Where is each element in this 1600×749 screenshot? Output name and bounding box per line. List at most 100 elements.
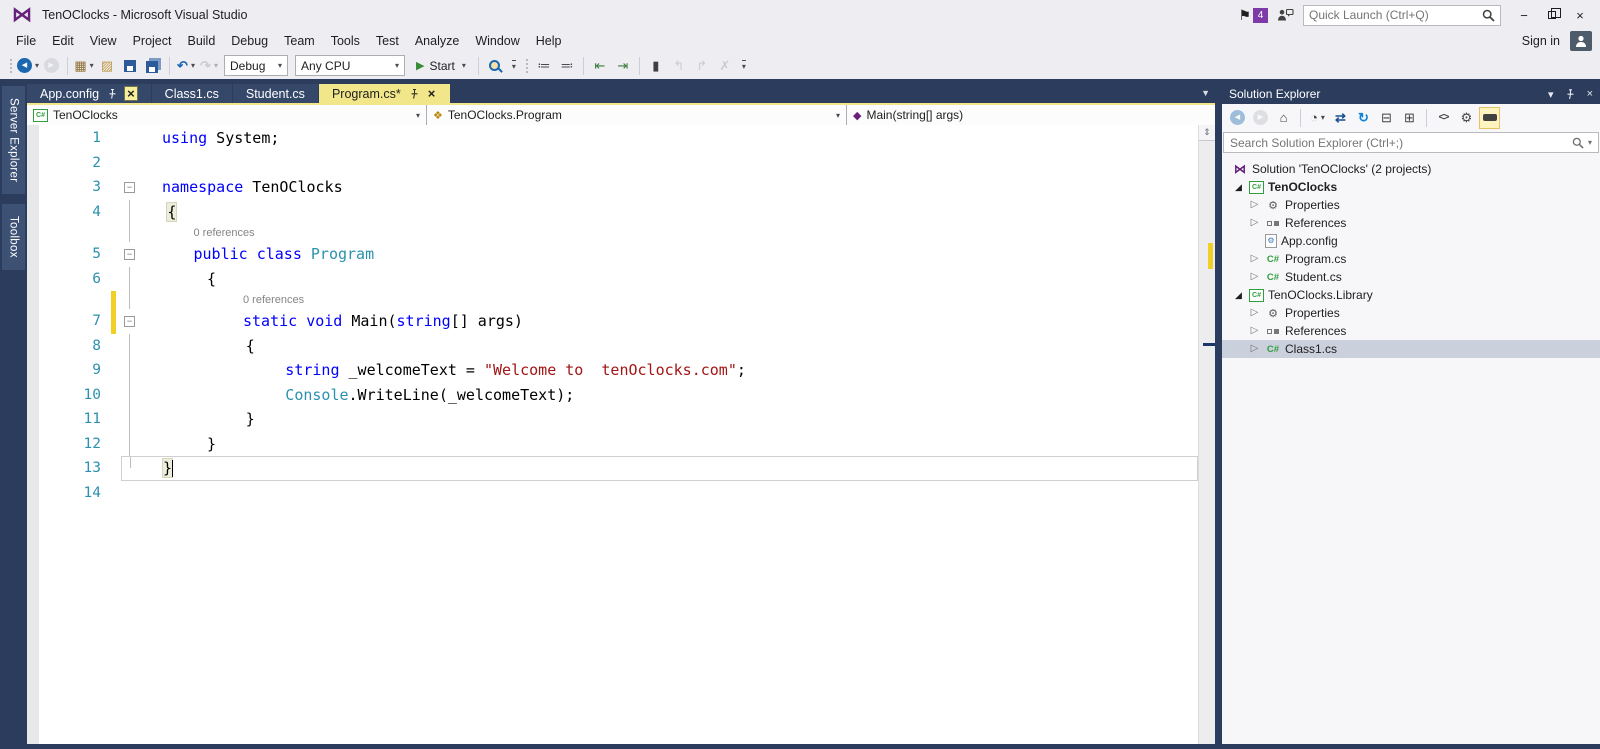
expander-icon[interactable]: ▷	[1248, 326, 1261, 336]
increase-line-indent-button[interactable]: ⇥	[612, 55, 634, 77]
expander-icon[interactable]: ▷	[1248, 344, 1261, 354]
side-tab-server-explorer[interactable]: Server Explorer	[2, 86, 25, 195]
breakpoint-margin[interactable]	[27, 125, 39, 744]
code-text[interactable]: }	[138, 410, 1198, 428]
toolbar-grip[interactable]	[524, 57, 529, 74]
tree-item-class1-cs[interactable]: ▷ C# Class1.cs	[1222, 340, 1600, 358]
sync-with-active-document-button[interactable]: ⇄	[1330, 107, 1351, 129]
chevron-down-icon[interactable]: ▾	[416, 111, 420, 120]
code-text[interactable]: Console .WriteLine(_welcomeText);	[138, 386, 1198, 404]
member-dropdown[interactable]: ◆ Main(string[] args)	[847, 105, 1215, 125]
editor-split-handle[interactable]: ⇕	[1199, 125, 1215, 141]
menu-edit[interactable]: Edit	[44, 32, 82, 50]
solution-search-input[interactable]	[1230, 135, 1568, 150]
code-text[interactable]: {	[138, 337, 1198, 355]
menu-file[interactable]: File	[8, 32, 44, 50]
code-editor[interactable]: 1 using System; 2 3− namespace TenOClocks 4{0…	[27, 125, 1215, 744]
navigate-backward-button[interactable]: ◀ ▾	[17, 55, 39, 77]
start-debugging-button[interactable]: ▶ Start ▾	[409, 59, 473, 73]
expander-icon[interactable]: ◢	[1232, 290, 1245, 300]
navigate-forward-button[interactable]: ▶	[40, 55, 62, 77]
properties-button[interactable]: ⚙	[1456, 107, 1477, 129]
chevron-down-icon[interactable]: ▾	[1588, 138, 1592, 147]
tree-item-properties[interactable]: ▷ ⚙ Properties	[1222, 196, 1600, 214]
chevron-down-icon[interactable]: ▾	[462, 61, 466, 70]
code-text[interactable]: public class Program	[138, 245, 1198, 263]
close-icon[interactable]: ×	[426, 87, 438, 100]
close-icon[interactable]: ×	[124, 86, 138, 101]
user-avatar[interactable]	[1570, 31, 1592, 51]
redo-button[interactable]: ↷ ▾	[198, 55, 220, 77]
chevron-down-icon[interactable]: ▾	[836, 111, 840, 120]
solution-configurations-combo[interactable]: Debug ▾	[224, 55, 289, 76]
collapse-all-button[interactable]: ⊟	[1376, 107, 1397, 129]
toggle-bookmark-button[interactable]: ▮	[645, 55, 667, 77]
tree-item-references[interactable]: ▷ References	[1222, 322, 1600, 340]
close-button[interactable]: ×	[1566, 3, 1594, 27]
navigate-back-button[interactable]: ◀	[1227, 107, 1248, 129]
tree-item-tenoclocks-library[interactable]: ◢ C# TenOClocks.Library	[1222, 286, 1600, 304]
pin-icon[interactable]	[108, 88, 117, 99]
expander-icon[interactable]: ▷	[1248, 218, 1261, 228]
pin-icon[interactable]	[1566, 88, 1575, 100]
menu-analyze[interactable]: Analyze	[407, 32, 467, 50]
fold-collapse-toggle[interactable]: −	[124, 181, 135, 193]
expander-icon[interactable]: ◢	[1232, 182, 1245, 192]
chevron-down-icon[interactable]: ▾	[90, 61, 94, 70]
menu-help[interactable]: Help	[528, 32, 570, 50]
expander-icon[interactable]: ▷	[1248, 272, 1261, 282]
tree-item-program-cs[interactable]: ▷ C# Program.cs	[1222, 250, 1600, 268]
menu-debug[interactable]: Debug	[223, 32, 276, 50]
fold-collapse-toggle[interactable]: −	[124, 248, 135, 260]
undo-button[interactable]: ↶ ▾	[175, 55, 197, 77]
toolbar-overflow-button[interactable]: ▾	[741, 60, 746, 71]
document-list-dropdown[interactable]: ▼	[1201, 88, 1210, 98]
feedback-button[interactable]	[1277, 8, 1294, 22]
window-position-dropdown[interactable]: ▾	[1548, 88, 1554, 101]
editor-vertical-scrollbar[interactable]: ⇕	[1198, 125, 1215, 744]
code-text[interactable]: string _welcomeText = "Welcome to tenOcl…	[138, 361, 1198, 379]
expander-icon[interactable]: ▷	[1248, 254, 1261, 264]
code-text[interactable]: }	[138, 435, 1198, 453]
chevron-down-icon[interactable]: ▾	[35, 61, 39, 70]
save-all-button[interactable]	[142, 55, 164, 77]
next-bookmark-button[interactable]: ↱	[691, 55, 713, 77]
decrease-line-indent-button[interactable]: ⇤	[589, 55, 611, 77]
code-text[interactable]: namespace TenOClocks	[138, 178, 1198, 196]
toolbar-grip[interactable]	[9, 57, 13, 74]
type-dropdown[interactable]: ❖ TenOClocks.Program ▾	[427, 105, 847, 125]
code-text[interactable]: static void Main(string[] args)	[138, 312, 1198, 330]
preview-selected-items-button[interactable]	[1479, 106, 1500, 129]
chevron-down-icon[interactable]: ▾	[395, 61, 399, 70]
view-code-button[interactable]: <>	[1433, 107, 1454, 129]
code-text[interactable]: {	[138, 270, 1198, 288]
menu-team[interactable]: Team	[276, 32, 323, 50]
uncomment-button[interactable]: ≕	[556, 55, 578, 77]
menu-view[interactable]: View	[82, 32, 125, 50]
quick-launch-box[interactable]	[1303, 4, 1501, 26]
tab-app-config[interactable]: App.config ×	[27, 84, 151, 103]
close-icon[interactable]: ×	[1587, 88, 1593, 100]
restore-button[interactable]	[1538, 3, 1566, 27]
tree-item-properties[interactable]: ▷ ⚙ Properties	[1222, 304, 1600, 322]
notifications-button[interactable]: ⚑ 4	[1238, 7, 1268, 24]
sign-in-button[interactable]: Sign in	[1522, 34, 1560, 48]
quick-launch-input[interactable]	[1309, 8, 1478, 22]
clear-bookmarks-button[interactable]: ✗	[714, 55, 736, 77]
search-box[interactable]: ▾	[1223, 132, 1599, 153]
comment-out-button[interactable]: ≔	[533, 55, 555, 77]
tree-item-tenoclocks[interactable]: ◢ C# TenOClocks	[1222, 178, 1600, 196]
menu-tools[interactable]: Tools	[323, 32, 368, 50]
chevron-down-icon[interactable]: ▾	[278, 61, 282, 70]
code-text[interactable]: {	[138, 201, 1198, 222]
tree-item-student-cs[interactable]: ▷ C# Student.cs	[1222, 268, 1600, 286]
pending-changes-filter-button[interactable]: ◔ ▾	[1307, 107, 1328, 129]
navigate-forward-button[interactable]: ▶	[1250, 107, 1271, 129]
code-text[interactable]: }	[139, 458, 1197, 479]
save-button[interactable]	[119, 55, 141, 77]
minimize-button[interactable]: −	[1510, 3, 1538, 27]
menu-build[interactable]: Build	[179, 32, 223, 50]
find-in-files-button[interactable]	[484, 55, 506, 77]
side-tab-toolbox[interactable]: Toolbox	[2, 204, 25, 271]
chevron-down-icon[interactable]: ▾	[214, 61, 218, 70]
